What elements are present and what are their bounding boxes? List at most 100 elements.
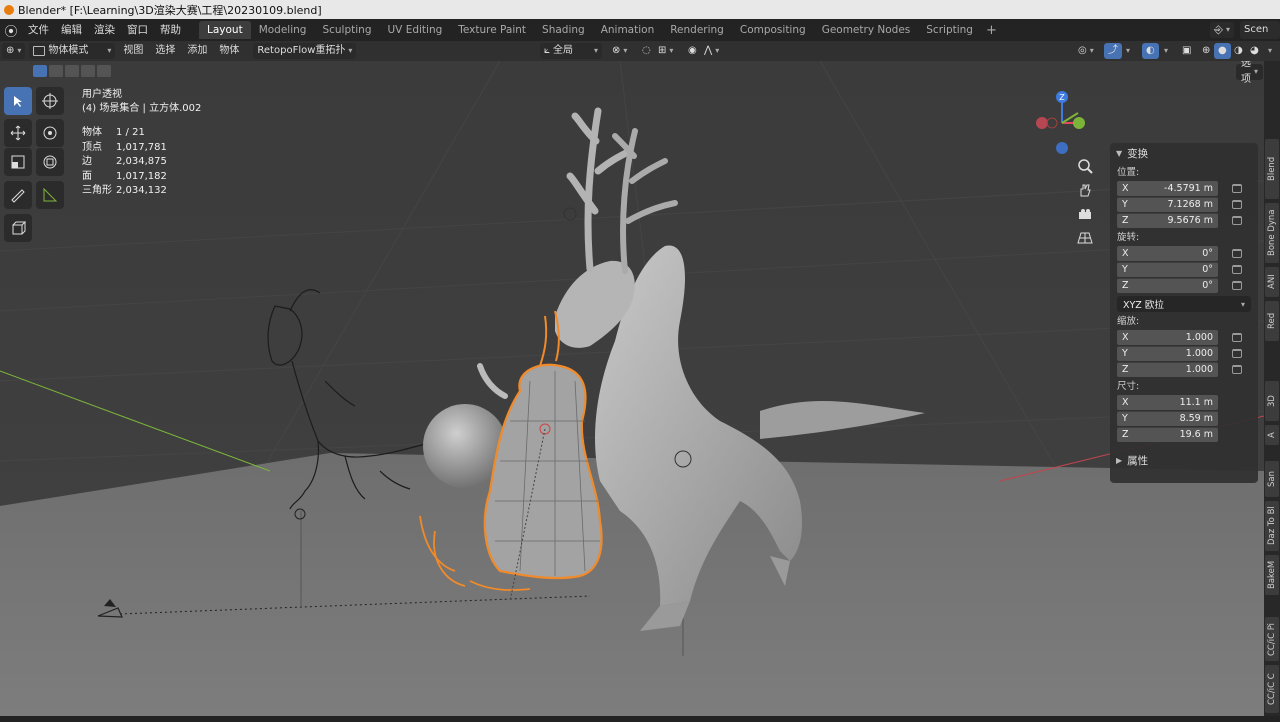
location-y-field[interactable]: Y 7.1268 m bbox=[1117, 196, 1218, 212]
lock-icon[interactable] bbox=[1232, 264, 1242, 274]
rotation-z-field[interactable]: Z 0° bbox=[1117, 277, 1218, 293]
snap-settings-button[interactable]: ⊞ ▾ bbox=[654, 43, 677, 59]
tab-sculpting[interactable]: Sculpting bbox=[314, 21, 379, 39]
tab-rendering[interactable]: Rendering bbox=[662, 21, 732, 39]
tab-cc-ic-pi[interactable]: CC/iC Pi bbox=[1265, 617, 1279, 661]
tab-san[interactable]: San bbox=[1265, 461, 1279, 497]
gizmo-neg-z-axis[interactable] bbox=[1056, 142, 1068, 154]
tab-compositing[interactable]: Compositing bbox=[732, 21, 814, 39]
lock-icon[interactable] bbox=[1232, 199, 1242, 209]
menu-window[interactable]: 窗口 bbox=[121, 19, 154, 41]
rotate-tool[interactable] bbox=[36, 119, 64, 147]
gizmo-toggle[interactable]: ⤴ bbox=[1104, 43, 1122, 59]
zoom-button[interactable] bbox=[1074, 155, 1096, 177]
options-dropdown[interactable]: 选项 ▾ bbox=[1236, 61, 1264, 85]
cursor-tool[interactable] bbox=[36, 87, 64, 115]
tab-cc-ic-c[interactable]: CC/iC C bbox=[1265, 665, 1279, 713]
tab-3d[interactable]: 3D bbox=[1265, 381, 1279, 421]
select-invert-icon[interactable] bbox=[81, 65, 95, 77]
lock-icon[interactable] bbox=[1232, 348, 1242, 358]
tab-ani[interactable]: ANI bbox=[1265, 267, 1279, 297]
shading-material-button[interactable]: ◑ bbox=[1230, 43, 1247, 59]
shading-solid-button[interactable]: ● bbox=[1214, 43, 1231, 59]
location-z-field[interactable]: Z 9.5676 m bbox=[1117, 212, 1218, 228]
proportional-edit-toggle[interactable]: ◉ bbox=[684, 43, 701, 59]
menu-edit[interactable]: 编辑 bbox=[55, 19, 88, 41]
dimensions-z-field[interactable]: Z 19.6 m bbox=[1117, 426, 1218, 442]
tab-geometry-nodes[interactable]: Geometry Nodes bbox=[814, 21, 919, 39]
xray-toggle[interactable]: ▣ bbox=[1178, 43, 1195, 59]
add-workspace-button[interactable]: + bbox=[981, 23, 1002, 38]
lock-icon[interactable] bbox=[1232, 364, 1242, 374]
rotation-x-field[interactable]: X 0° bbox=[1117, 245, 1218, 261]
tab-shading[interactable]: Shading bbox=[534, 21, 593, 39]
tab-a[interactable]: A bbox=[1265, 425, 1279, 445]
mode-dropdown[interactable]: 物体模式 ▾ bbox=[29, 43, 116, 59]
select-box-tool[interactable] bbox=[4, 87, 32, 115]
menu-render[interactable]: 渲染 bbox=[88, 19, 121, 41]
measure-tool[interactable] bbox=[36, 181, 64, 209]
shading-dropdown[interactable]: ▾ bbox=[1264, 43, 1276, 59]
menu-file[interactable]: 文件 bbox=[22, 19, 55, 41]
transform-panel-header[interactable]: ▼ 变换 bbox=[1110, 143, 1258, 163]
move-tool[interactable] bbox=[4, 119, 32, 147]
tab-daz-to-bl[interactable]: Daz To Bl bbox=[1265, 501, 1279, 551]
tab-bakem[interactable]: BakeM bbox=[1265, 555, 1279, 595]
select-subtract-icon[interactable] bbox=[65, 65, 79, 77]
scene-selector[interactable]: ⎆ ▾ bbox=[1210, 22, 1234, 38]
rotation-mode-dropdown[interactable]: XYZ 欧拉 ▾ bbox=[1117, 296, 1251, 312]
transform-tool[interactable] bbox=[36, 148, 64, 176]
retopoflow-menu[interactable]: RetopoFlow重拓扑 ▾ bbox=[253, 43, 357, 59]
tab-modeling[interactable]: Modeling bbox=[251, 21, 315, 39]
scale-z-field[interactable]: Z 1.000 bbox=[1117, 361, 1218, 377]
tab-uv-editing[interactable]: UV Editing bbox=[380, 21, 451, 39]
tab-blend[interactable]: Blend bbox=[1265, 139, 1279, 199]
visibility-button[interactable]: ◎ ▾ bbox=[1074, 43, 1098, 59]
scale-y-field[interactable]: Y 1.000 bbox=[1117, 345, 1218, 361]
dimensions-y-field[interactable]: Y 8.59 m bbox=[1117, 410, 1218, 426]
proportional-falloff-button[interactable]: ⋀ ▾ bbox=[700, 43, 723, 59]
view-menu[interactable]: 视图 bbox=[119, 43, 147, 59]
lock-icon[interactable] bbox=[1232, 248, 1242, 258]
menu-help[interactable]: 帮助 bbox=[154, 19, 187, 41]
scale-tool[interactable] bbox=[4, 148, 32, 176]
gizmo-neg-x-axis[interactable] bbox=[1036, 117, 1048, 129]
tab-scripting[interactable]: Scripting bbox=[918, 21, 981, 39]
tab-layout[interactable]: Layout bbox=[199, 21, 251, 39]
rotation-y-field[interactable]: Y 0° bbox=[1117, 261, 1218, 277]
object-menu[interactable]: 物体 bbox=[215, 43, 243, 59]
3d-viewport[interactable]: 用户透视 (4) 场景集合 | 立方体.002 物体 1 / 21 顶点 1,017… bbox=[0, 61, 1264, 716]
select-intersect-icon[interactable] bbox=[97, 65, 111, 77]
gizmo-y-axis[interactable] bbox=[1073, 117, 1085, 129]
snap-toggle[interactable]: ◌ bbox=[638, 43, 655, 59]
annotate-tool[interactable] bbox=[4, 181, 32, 209]
blender-menu-icon[interactable]: ⦿ bbox=[0, 21, 22, 40]
select-new-icon[interactable] bbox=[33, 65, 47, 77]
shading-wireframe-button[interactable]: ⊕ bbox=[1198, 43, 1214, 59]
editor-type-button[interactable]: ⊕ ▾ bbox=[2, 43, 26, 59]
gizmo-dropdown[interactable]: ▾ bbox=[1122, 43, 1134, 59]
tab-red[interactable]: Red bbox=[1265, 301, 1279, 341]
transform-orientation-dropdown[interactable]: ⟀ 全局 ▾ bbox=[540, 43, 602, 59]
pan-button[interactable] bbox=[1074, 179, 1096, 201]
select-extend-icon[interactable] bbox=[49, 65, 63, 77]
scene-name-field[interactable]: Scen bbox=[1240, 21, 1280, 39]
tab-bone-dyna[interactable]: Bone Dyna bbox=[1265, 203, 1279, 263]
overlays-toggle[interactable]: ◐ bbox=[1142, 43, 1159, 59]
overlays-dropdown[interactable]: ▾ bbox=[1160, 43, 1172, 59]
dimensions-x-field[interactable]: X 11.1 m bbox=[1117, 394, 1218, 410]
scale-x-field[interactable]: X 1.000 bbox=[1117, 329, 1218, 345]
gizmo-x-axis[interactable] bbox=[1046, 117, 1058, 129]
properties-panel-header[interactable]: ▶ 属性 bbox=[1110, 450, 1258, 470]
lock-icon[interactable] bbox=[1232, 215, 1242, 225]
pivot-point-button[interactable]: ⊗ ▾ bbox=[608, 43, 631, 59]
tab-animation[interactable]: Animation bbox=[593, 21, 663, 39]
add-cube-tool[interactable] bbox=[4, 214, 32, 242]
location-x-field[interactable]: X -4.5791 m bbox=[1117, 180, 1218, 196]
lock-icon[interactable] bbox=[1232, 280, 1242, 290]
add-menu[interactable]: 添加 bbox=[183, 43, 211, 59]
shading-rendered-button[interactable]: ◕ bbox=[1246, 43, 1263, 59]
camera-view-button[interactable] bbox=[1074, 203, 1096, 225]
tab-texture-paint[interactable]: Texture Paint bbox=[450, 21, 534, 39]
perspective-toggle-button[interactable] bbox=[1074, 227, 1096, 249]
